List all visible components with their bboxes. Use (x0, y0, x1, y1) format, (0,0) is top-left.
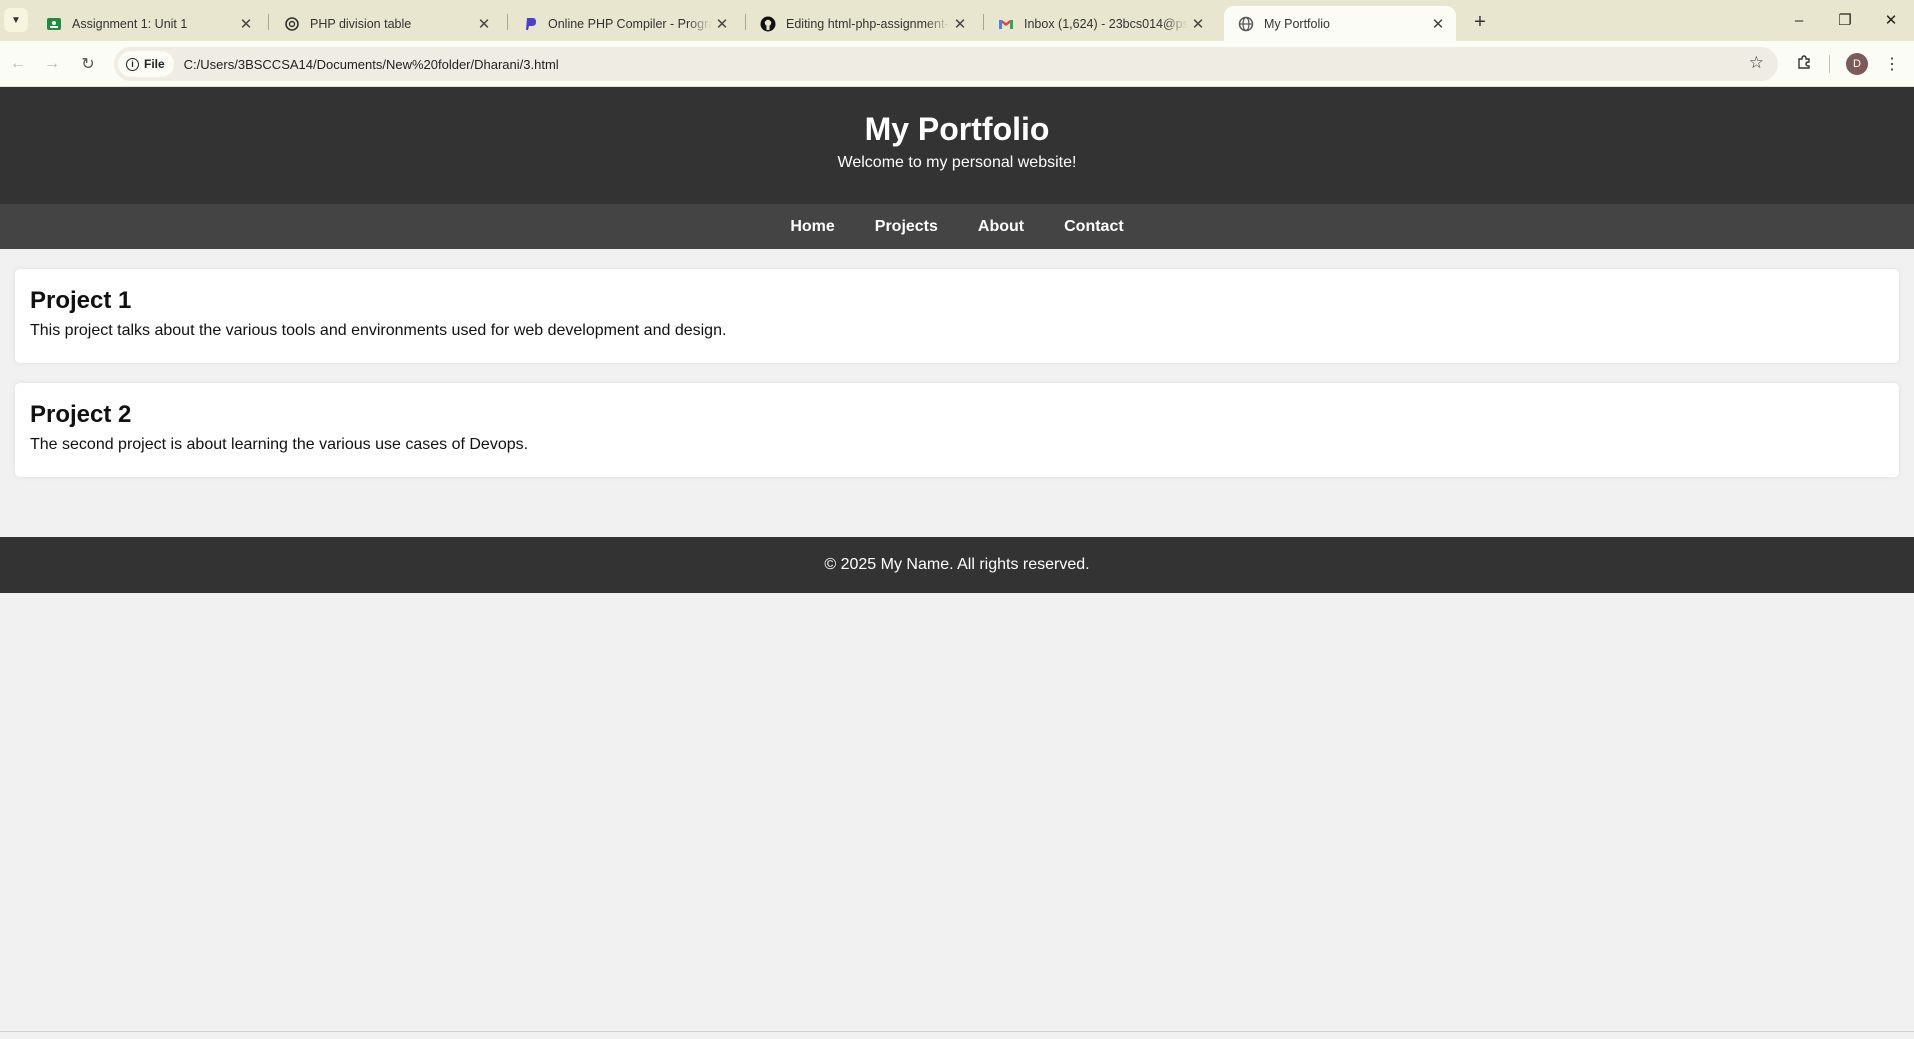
puzzle-icon (1796, 54, 1812, 75)
github-icon (760, 16, 776, 32)
nav-link-contact[interactable]: Contact (1064, 218, 1124, 236)
site-info-label: File (144, 57, 165, 71)
project-description: This project talks about the various too… (30, 322, 727, 339)
close-icon[interactable]: ✕ (712, 14, 732, 34)
back-button[interactable]: ← (4, 50, 32, 78)
tab-programiz[interactable]: Online PHP Compiler - Programiz ✕ (508, 6, 740, 41)
close-icon[interactable]: ✕ (1428, 14, 1448, 34)
projects-section: Project 1 This project talks about the v… (0, 249, 1914, 477)
close-window-button[interactable]: ✕ (1868, 0, 1914, 40)
site-title: My Portfolio (864, 111, 1050, 147)
restore-icon: ❐ (1838, 12, 1852, 29)
extensions-button[interactable] (1790, 50, 1818, 78)
site-tagline: Welcome to my personal website! (837, 154, 1077, 171)
project-description: The second project is about learning the… (30, 436, 529, 453)
plus-icon: + (1474, 10, 1486, 33)
nav-link-about[interactable]: About (978, 218, 1024, 236)
tab-title: Online PHP Compiler - Programiz (548, 16, 712, 31)
restore-button[interactable]: ❐ (1822, 0, 1868, 40)
page-viewport: My Portfolio Welcome to my personal webs… (0, 87, 1914, 1032)
tab-search-button[interactable]: ▼ (4, 8, 28, 32)
project-card: Project 2 The second project is about le… (15, 383, 1899, 477)
url-text[interactable]: C:/Users/3BSCCSA14/Documents/New%20folde… (184, 57, 559, 72)
site-footer: © 2025 My Name. All rights reserved. (0, 537, 1914, 593)
tab-separator (268, 14, 269, 30)
close-icon[interactable]: ✕ (236, 14, 256, 34)
programiz-icon (522, 16, 538, 32)
tab-gmail[interactable]: Inbox (1,624) - 23bcs014@psgr ✕ (984, 6, 1216, 41)
site-info-chip[interactable]: i File (118, 51, 174, 77)
arrow-right-icon: → (44, 55, 60, 72)
tab-title: PHP division table (310, 16, 412, 31)
close-icon[interactable]: ✕ (1188, 14, 1208, 34)
close-icon[interactable]: ✕ (474, 14, 494, 34)
minimize-icon: – (1794, 11, 1804, 29)
close-icon[interactable]: ✕ (950, 14, 970, 34)
new-tab-button[interactable]: + (1466, 8, 1494, 36)
arrow-left-icon: ← (10, 55, 26, 72)
tab-my-portfolio[interactable]: My Portfolio ✕ (1224, 6, 1456, 41)
gmail-icon (998, 16, 1014, 32)
nav-link-home[interactable]: Home (790, 218, 834, 236)
chevron-down-icon: ▼ (11, 14, 21, 26)
project-title: Project 1 (30, 287, 132, 314)
footer-text: © 2025 My Name. All rights reserved. (824, 556, 1090, 573)
profile-avatar[interactable]: D (1846, 53, 1868, 75)
browser-toolbar: ← → ↻ i File C:/Users/3BSCCSA14/Document… (0, 41, 1914, 87)
forward-button[interactable]: → (38, 50, 66, 78)
tab-title: Assignment 1: Unit 1 (72, 16, 188, 31)
address-bar[interactable]: i File C:/Users/3BSCCSA14/Documents/New%… (114, 47, 1778, 81)
tab-github[interactable]: Editing html-php-assignment-D ✕ (746, 6, 978, 41)
openai-icon (284, 16, 300, 32)
site-header: My Portfolio Welcome to my personal webs… (0, 87, 1914, 204)
window-bottom-edge (0, 1031, 1914, 1032)
tab-assignment[interactable]: Assignment 1: Unit 1 ✕ (32, 6, 264, 41)
info-icon: i (126, 57, 139, 71)
tab-php-division[interactable]: PHP division table ✕ (270, 6, 502, 41)
minimize-button[interactable]: – (1776, 0, 1822, 40)
project-card: Project 1 This project talks about the v… (15, 269, 1899, 363)
site-nav: Home Projects About Contact (0, 204, 1914, 249)
close-icon: ✕ (1884, 12, 1898, 29)
tab-title: My Portfolio (1264, 16, 1330, 31)
reload-button[interactable]: ↻ (74, 50, 102, 78)
reload-icon: ↻ (81, 56, 95, 73)
globe-icon (1238, 16, 1254, 32)
tab-title: Inbox (1,624) - 23bcs014@psgr (1024, 16, 1188, 31)
browser-menu-button[interactable]: ⋮ (1878, 50, 1906, 78)
google-classroom-icon (46, 16, 62, 32)
tab-strip: ▼ Assignment 1: Unit 1 ✕ PHP division ta… (0, 0, 1914, 41)
bookmark-star-icon[interactable]: ☆ (1749, 53, 1764, 73)
more-vertical-icon: ⋮ (1884, 56, 1900, 73)
nav-link-projects[interactable]: Projects (875, 218, 938, 236)
project-title: Project 2 (30, 401, 132, 428)
toolbar-divider (1829, 55, 1830, 73)
tab-title: Editing html-php-assignment-D (786, 16, 950, 31)
